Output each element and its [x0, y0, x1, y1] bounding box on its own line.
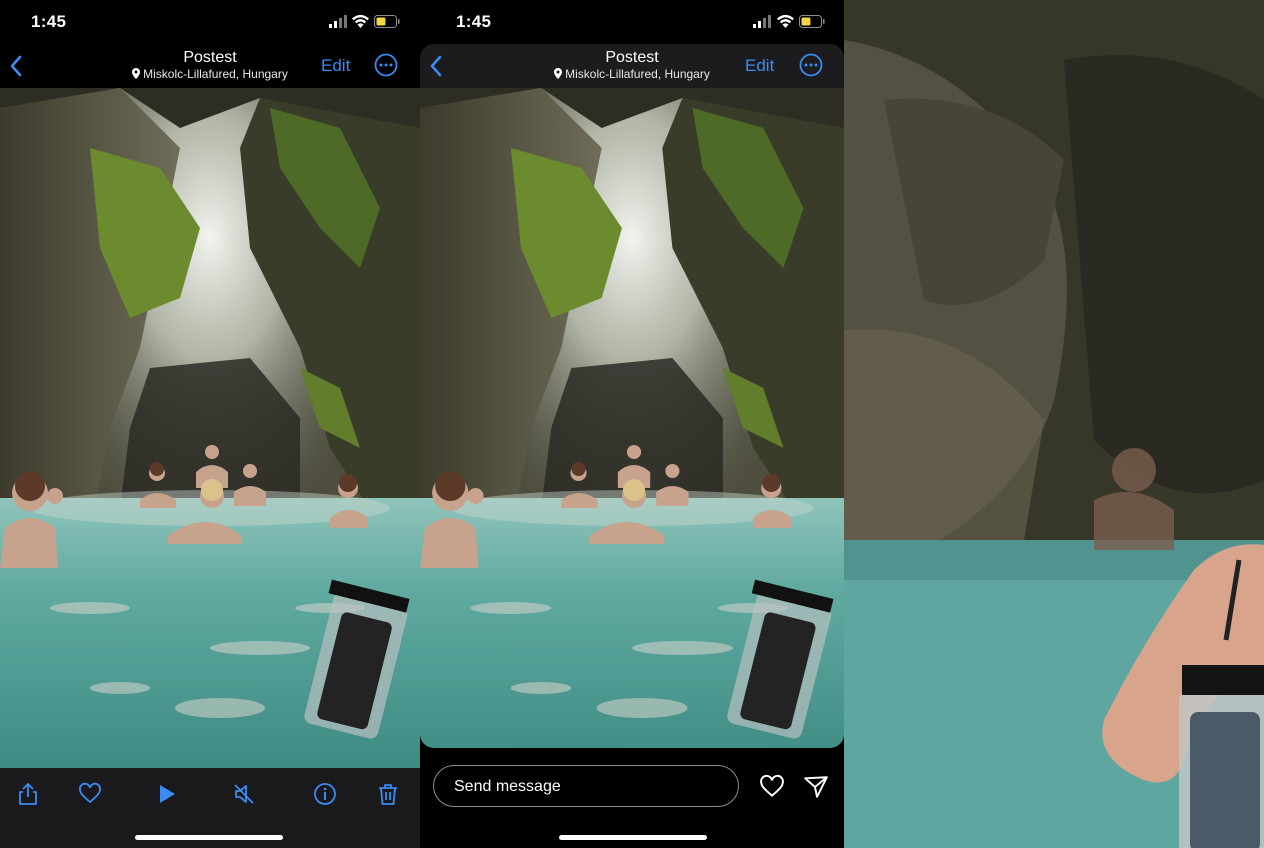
- wifi-icon: [777, 14, 794, 28]
- more-options-icon[interactable]: [374, 53, 398, 77]
- battery-icon: [374, 15, 400, 28]
- location-label: Miskolc-Lillafured, Hungary: [565, 67, 710, 81]
- info-icon[interactable]: [313, 782, 337, 806]
- trash-icon[interactable]: [376, 782, 400, 806]
- nav-bar: Postest Miskolc-Lillafured, Hungary Edit: [420, 44, 844, 88]
- send-message-placeholder: Send message: [454, 778, 561, 795]
- shared-photo-card: Postest Miskolc-Lillafured, Hungary Edit: [420, 44, 844, 748]
- share-icon[interactable]: [16, 782, 40, 806]
- mute-icon[interactable]: [232, 782, 256, 806]
- location-subtitle: Miskolc-Lillafured, Hungary: [420, 67, 844, 81]
- album-title: Postest: [605, 49, 659, 66]
- screen-photos-viewer: 1:45 Postest Miskolc-Lillafured, Hungary…: [0, 0, 420, 848]
- battery-icon: [799, 15, 825, 28]
- play-icon[interactable]: [155, 782, 179, 806]
- location-pin-icon: [554, 68, 563, 79]
- status-time: 1:45: [31, 12, 67, 31]
- cellular-signal-icon: [753, 15, 771, 28]
- zoomed-photo-image: [844, 0, 1264, 848]
- heart-icon[interactable]: [759, 774, 785, 800]
- send-icon[interactable]: [803, 774, 829, 800]
- home-indicator: [559, 835, 707, 840]
- location-label: Miskolc-Lillafured, Hungary: [143, 67, 288, 81]
- status-time: 1:45: [456, 12, 492, 31]
- wifi-icon: [352, 14, 369, 28]
- send-message-input[interactable]: Send message: [433, 765, 739, 807]
- location-subtitle: Miskolc-Lillafured, Hungary: [0, 67, 420, 81]
- nav-bar: Postest Miskolc-Lillafured, Hungary Edit: [0, 44, 420, 88]
- cave-photo[interactable]: [420, 88, 844, 748]
- screen-message-compose: 1:45 Postest Miskolc-Lillafured, Hungary…: [420, 0, 844, 848]
- heart-icon[interactable]: [78, 782, 102, 806]
- location-pin-icon: [132, 68, 141, 79]
- photo-toolbar: [0, 768, 420, 848]
- edit-button[interactable]: Edit: [745, 56, 774, 76]
- home-indicator: [135, 835, 283, 840]
- album-title: Postest: [183, 49, 237, 66]
- status-bar: 1:45: [420, 0, 844, 44]
- zoomed-cave-photo: [844, 0, 1264, 848]
- cellular-signal-icon: [329, 15, 347, 28]
- more-options-icon[interactable]: [799, 53, 823, 77]
- status-bar: 1:45: [0, 0, 420, 44]
- cave-photo[interactable]: [0, 88, 420, 768]
- edit-button[interactable]: Edit: [321, 56, 350, 76]
